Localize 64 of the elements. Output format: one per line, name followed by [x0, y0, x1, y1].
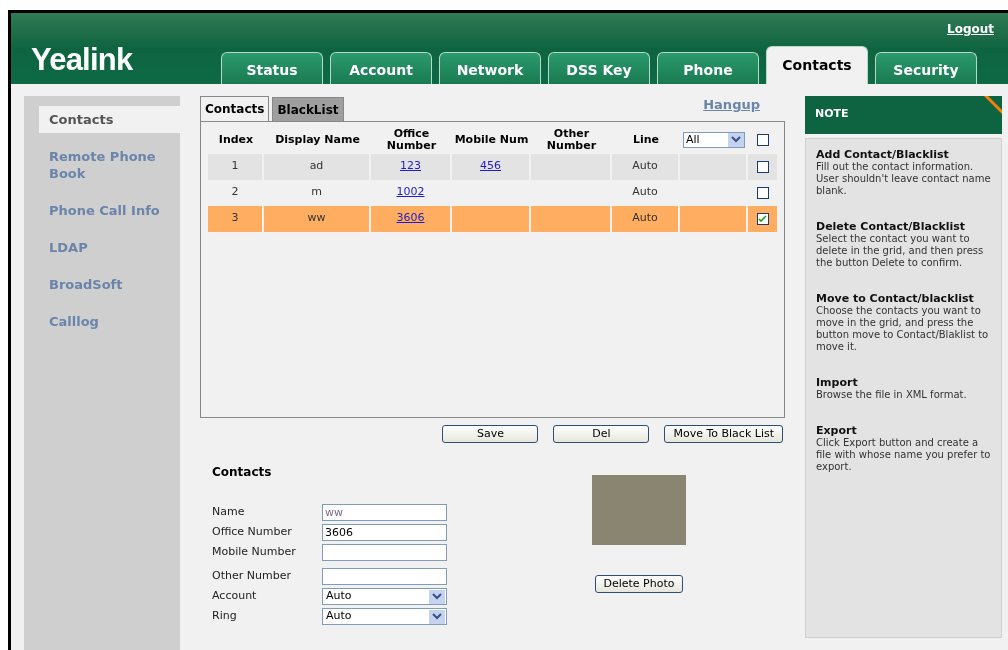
column-header: Office Number	[385, 127, 438, 152]
field-label: Ring	[212, 608, 238, 625]
field-label: Account	[212, 588, 258, 605]
note-heading: Export	[816, 424, 858, 437]
note-text: Fill out the contact information. User shouldn't leave contact name blank.	[816, 160, 991, 197]
column-header: Mobile Num	[453, 133, 530, 146]
checkbox[interactable]	[756, 133, 769, 146]
note-heading: Add Contact/Blacklist	[816, 148, 950, 161]
field-label: Name	[212, 504, 246, 521]
phone-link[interactable]: 123	[400, 158, 421, 175]
column-header: Other Number	[545, 127, 598, 152]
nav-tab[interactable]: DSS Key	[548, 51, 650, 84]
note-text: Select the contact you want to delete in the grid, and then press the button Delete to confirm.	[816, 232, 985, 269]
nav-tab[interactable]: Contacts	[766, 45, 868, 84]
nav-tab[interactable]: Security	[875, 51, 977, 84]
nav-tab[interactable]: Phone	[657, 51, 759, 84]
note-heading: Delete Contact/Blacklist	[816, 220, 967, 233]
input-field[interactable]: 3606	[322, 524, 447, 541]
checkbox[interactable]	[756, 186, 769, 199]
form-title: Contacts	[212, 463, 273, 481]
nav-tab[interactable]: Status	[221, 51, 323, 84]
delete-photo-button[interactable]: Delete Photo	[595, 574, 683, 593]
sub-tab[interactable]: BlackList	[272, 96, 344, 121]
logo: Yealink	[30, 41, 134, 79]
checkbox[interactable]	[756, 212, 769, 225]
note-text: Browse the file in XML format.	[816, 388, 968, 401]
note-heading: Move to Contact/blacklist	[816, 292, 975, 305]
note-text: Click Export button and create a file with whose name you prefer to export.	[816, 436, 991, 473]
table-row[interactable]: 3 ww 3606 Auto	[208, 205, 777, 232]
column-header: Display Name	[274, 133, 361, 146]
table-cell: Auto	[612, 205, 680, 232]
note-title: NOTE	[814, 106, 849, 123]
input-field[interactable]	[322, 544, 447, 561]
table-row[interactable]: 1 ad 123 456 Auto	[208, 153, 777, 180]
input-field[interactable]: ww	[322, 504, 447, 521]
input-field[interactable]	[322, 568, 447, 585]
column-header: Line	[631, 133, 661, 146]
table-cell: Auto	[612, 153, 680, 180]
action-button[interactable]: Move To Black List	[664, 424, 783, 443]
phone-link[interactable]: 1002	[396, 184, 425, 201]
note-text: Choose the contacts you want to move in the grid, and press the button move to Contact/Blaklist to move it.	[816, 304, 990, 353]
select-field[interactable]: Auto	[322, 608, 447, 625]
phone-link[interactable]: 3606	[396, 210, 425, 227]
field-label: Mobile Number	[212, 544, 297, 561]
nav-tab[interactable]: Account	[330, 51, 432, 84]
nav-tab[interactable]: Network	[439, 51, 541, 84]
table-cell: ww	[264, 205, 371, 232]
phone-link[interactable]: 456	[480, 158, 501, 175]
action-button[interactable]: Save	[442, 424, 539, 443]
line-filter-dropdown[interactable]: All	[683, 131, 745, 148]
checkbox[interactable]	[756, 160, 769, 173]
action-button[interactable]: Del	[553, 424, 650, 443]
select-field[interactable]: Auto	[322, 588, 447, 605]
logout-link[interactable]: Logout	[947, 20, 994, 38]
column-header: Index	[217, 133, 255, 146]
table-cell: 3	[208, 205, 264, 232]
note-heading: Import	[816, 376, 859, 389]
corner-fold-icon	[984, 95, 1002, 114]
sub-tab[interactable]: Contacts	[200, 95, 270, 121]
table-cell: 1	[208, 153, 264, 180]
field-label: Office Number	[212, 524, 293, 541]
table-cell: ad	[264, 153, 371, 180]
sidebar-item[interactable]: Contacts	[39, 105, 180, 133]
field-label: Other Number	[212, 568, 292, 585]
